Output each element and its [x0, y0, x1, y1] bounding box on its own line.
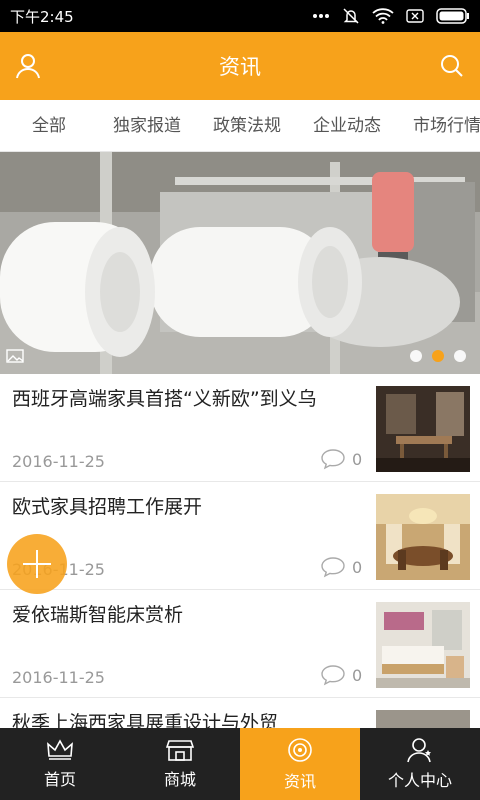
- news-thumbnail: [376, 602, 470, 688]
- comment-count[interactable]: 0: [320, 448, 362, 470]
- banner-carousel[interactable]: [0, 152, 480, 374]
- nav-home-label: 首页: [43, 770, 76, 789]
- image-icon: [6, 349, 24, 363]
- nav-profile-label: 个人中心: [387, 771, 452, 790]
- tab-exclusive[interactable]: 独家报道: [113, 100, 181, 151]
- add-button[interactable]: [7, 534, 67, 594]
- user-button[interactable]: [12, 50, 44, 82]
- nav-profile[interactable]: 个人中心: [360, 728, 480, 800]
- banner-image: [0, 152, 480, 374]
- comment-number: 0: [352, 557, 363, 577]
- search-button[interactable]: [436, 50, 468, 82]
- tab-market[interactable]: 市场行情: [413, 100, 480, 151]
- plus-icon: [23, 550, 51, 578]
- comment-number: 0: [352, 449, 363, 469]
- comment-count[interactable]: 0: [320, 664, 362, 686]
- status-icons: [312, 7, 470, 25]
- person-icon: [407, 738, 431, 763]
- news-thumbnail: [376, 710, 470, 728]
- news-thumbnail: [376, 386, 470, 472]
- user-icon: [16, 54, 40, 79]
- status-time: 下午2:45: [10, 7, 74, 26]
- dots-icon: [313, 14, 329, 18]
- page-title: 资讯: [219, 55, 261, 79]
- comment-count[interactable]: 0: [320, 556, 362, 578]
- status-bar: 下午2:45: [0, 0, 480, 32]
- tab-all[interactable]: 全部: [32, 100, 66, 151]
- news-item[interactable]: 秋季上海西家具展重设计与外贸: [0, 698, 480, 728]
- bottom-nav: 首页 商城 资讯 个人中心: [0, 728, 480, 800]
- carousel-dot-active[interactable]: [432, 350, 444, 362]
- nav-store[interactable]: 商城: [120, 728, 240, 800]
- wifi-icon: [372, 8, 394, 24]
- search-icon: [441, 55, 463, 77]
- news-icon: [288, 738, 312, 762]
- news-item[interactable]: 欧式家具招聘工作展开 2016-11-25 0: [0, 482, 480, 590]
- carousel-dots: [410, 350, 466, 362]
- category-tabs: 全部 独家报道 政策法规 企业动态 市场行情: [0, 100, 480, 152]
- news-thumbnail: [376, 494, 470, 580]
- tab-company[interactable]: 企业动态: [313, 100, 381, 151]
- comment-icon: [321, 665, 345, 686]
- news-date: 2016-11-25: [12, 668, 105, 687]
- comment-icon: [321, 449, 345, 470]
- battery-icon: [436, 8, 469, 24]
- app-header: 资讯: [0, 32, 480, 100]
- store-icon: [166, 740, 194, 761]
- comment-number: 0: [352, 665, 363, 685]
- news-item[interactable]: 爱依瑞斯智能床赏析 2016-11-25 0: [0, 590, 480, 698]
- news-title: 西班牙高端家具首搭“义新欧”到义乌: [12, 388, 317, 410]
- news-list: 西班牙高端家具首搭“义新欧”到义乌 2016-11-25 0 欧式家具招聘工作展…: [0, 374, 480, 728]
- nav-store-label: 商城: [163, 770, 196, 789]
- news-title: 爱依瑞斯智能床赏析: [12, 604, 184, 626]
- comment-icon: [321, 557, 345, 578]
- tab-policy[interactable]: 政策法规: [213, 100, 281, 151]
- carousel-dot[interactable]: [410, 350, 422, 362]
- mute-bell-icon: [343, 8, 359, 24]
- nav-news[interactable]: 资讯: [240, 728, 360, 800]
- crown-icon: [47, 739, 73, 760]
- sim-icon: [406, 9, 424, 23]
- news-date: 2016-11-25: [12, 452, 105, 471]
- news-title: 秋季上海西家具展重设计与外贸: [12, 712, 279, 728]
- news-item[interactable]: 西班牙高端家具首搭“义新欧”到义乌 2016-11-25 0: [0, 374, 480, 482]
- nav-home[interactable]: 首页: [0, 728, 120, 800]
- carousel-dot[interactable]: [454, 350, 466, 362]
- news-title: 欧式家具招聘工作展开: [12, 496, 203, 518]
- nav-news-label: 资讯: [283, 772, 316, 791]
